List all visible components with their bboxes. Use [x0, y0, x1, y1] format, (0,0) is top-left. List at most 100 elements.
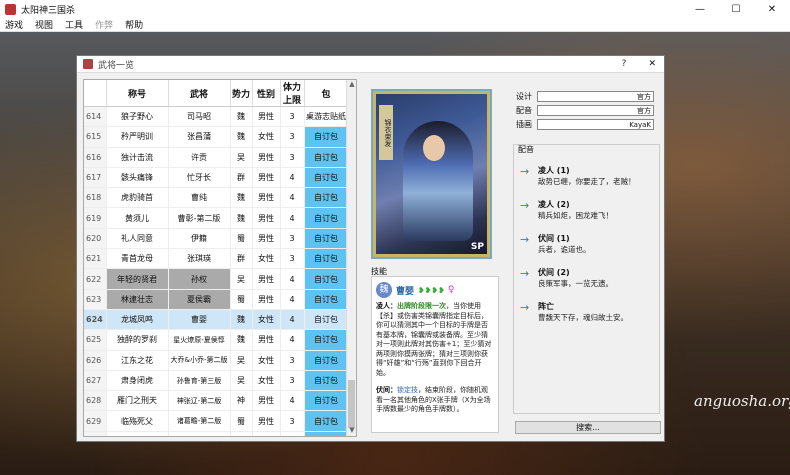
- dialog-title-bar: 武将一览 ? ✕: [77, 56, 664, 73]
- cell-hp: 3: [280, 147, 305, 168]
- skill-2-name: 伏间：: [376, 386, 397, 394]
- voice-line-skill: 凌人 (1): [538, 166, 570, 175]
- table-row[interactable]: 622 年轻的贤君 孙权吴男性 4 自订包: [84, 268, 349, 290]
- cell-name: 许贡: [168, 147, 231, 168]
- table-row[interactable]: 624 龙城凤鸣 曹婴魏女性 4 自订包: [84, 309, 349, 331]
- cell-title: 狼子野心: [106, 106, 169, 128]
- cell-num: 630: [84, 431, 107, 436]
- table-row[interactable]: 617 骸头痛锋 忙牙长群男性 4 自订包: [84, 167, 349, 189]
- maximize-button[interactable]: ☐: [718, 4, 754, 15]
- table-row[interactable]: 618 虎豹骑首 曹纯魏男性 4 自订包: [84, 187, 349, 209]
- cell-gender: 男性: [252, 410, 281, 432]
- card-border: [373, 91, 490, 257]
- play-arrow-icon[interactable]: →: [520, 301, 529, 314]
- cell-pkg: 自订包: [304, 390, 349, 412]
- menu-tools[interactable]: 工具: [65, 18, 83, 31]
- cell-kingdom: 魏: [230, 309, 253, 331]
- general-table[interactable]: 称号 武将 势力 性别 体力上限 包 614 狼子野心 司马昭魏男性 3 桌游志贴纸 61…: [83, 79, 357, 437]
- header-gender[interactable]: 性别: [252, 80, 281, 107]
- scrollbar-thumb[interactable]: [348, 380, 355, 428]
- cell-title: 龙城凤鸣: [106, 309, 169, 331]
- cell-gender: 女性: [252, 309, 281, 331]
- table-row[interactable]: 615 矜严明训 张昌蒲魏女性 3 自订包: [84, 126, 349, 148]
- header-general[interactable]: 武将: [168, 80, 231, 107]
- cell-kingdom: 魏: [230, 126, 253, 148]
- cell-num: 617: [84, 167, 107, 189]
- site-watermark: anguosha.org: [694, 392, 790, 410]
- table-row[interactable]: 628 雁门之刑天 神张辽-第二版神男性 4 自订包: [84, 390, 349, 412]
- table-row[interactable]: 623 林逮壮志 夏侯霸蜀男性 4 自订包: [84, 289, 349, 310]
- cell-num: 629: [84, 410, 107, 432]
- voice-label: 配音: [516, 105, 532, 115]
- header-hp[interactable]: 体力上限: [280, 80, 305, 107]
- cell-name: 夏侯霸: [168, 289, 231, 310]
- cell-gender: 男性: [252, 390, 281, 412]
- menu-help[interactable]: 帮助: [125, 18, 143, 31]
- cell-hp: 3: [280, 248, 305, 270]
- cell-name: 大乔&小乔-第二版: [168, 350, 231, 371]
- voice-line-text: 精兵如炬，困龙难飞！: [538, 211, 613, 220]
- cell-pkg: 自订包: [304, 228, 349, 250]
- skill-1-name: 凌人：: [376, 302, 397, 310]
- play-arrow-icon[interactable]: →: [520, 233, 529, 246]
- design-label: 设计: [516, 91, 532, 101]
- cell-hp: 3: [280, 350, 305, 371]
- cell-name: 司马昭: [168, 106, 231, 128]
- header-title[interactable]: 称号: [106, 80, 169, 107]
- table-row[interactable]: 619 黄须儿 曹彰-第二版魏男性 4 自订包: [84, 207, 349, 229]
- menu-game[interactable]: 游戏: [5, 18, 23, 31]
- cell-pkg: 自订包: [304, 248, 349, 270]
- cell-num: 624: [84, 309, 107, 331]
- table-row[interactable]: 625 独醉的罗刹 星火燎原-夏侯惇魏男性 4 自订包: [84, 329, 349, 351]
- cell-num: 616: [84, 147, 107, 168]
- search-button[interactable]: 搜索...: [515, 421, 661, 434]
- cell-name: 星火燎原-夏侯惇: [168, 329, 231, 351]
- play-arrow-icon[interactable]: →: [520, 199, 529, 212]
- cell-hp: 4: [280, 167, 305, 189]
- cell-hp: 3: [280, 126, 305, 148]
- table-row[interactable]: 614 狼子野心 司马昭魏男性 3 桌游志贴纸: [84, 106, 349, 128]
- cell-title: 江东之花: [106, 350, 169, 371]
- voice-lines-label: 配音: [518, 145, 534, 154]
- cell-hp: 4: [280, 309, 305, 331]
- cell-title: 黄须儿: [106, 207, 169, 229]
- cell-pkg: 自订包: [304, 309, 349, 331]
- table-scrollbar[interactable]: ▲ ▼: [346, 80, 356, 436]
- dialog-close-button[interactable]: ✕: [648, 59, 656, 69]
- cell-hp: 3: [280, 228, 305, 250]
- table-row[interactable]: 630红莲业火神陆逊-第二版神男性4自订包: [84, 431, 349, 436]
- cell-num: 626: [84, 350, 107, 371]
- cell-title: 虎豹骑首: [106, 187, 169, 209]
- skill-1-key: 出牌阶段限一次: [397, 302, 446, 310]
- close-button[interactable]: ✕: [754, 4, 790, 15]
- header-package[interactable]: 包: [304, 80, 349, 107]
- help-button[interactable]: ?: [622, 59, 627, 69]
- cell-pkg: 自订包: [304, 329, 349, 351]
- scroll-down-arrow-icon[interactable]: ▼: [347, 426, 356, 436]
- play-arrow-icon[interactable]: →: [520, 267, 529, 280]
- cell-num: 627: [84, 370, 107, 392]
- cell-title: 独计击流: [106, 147, 169, 168]
- cell-gender: 女性: [252, 370, 281, 392]
- cell-kingdom: 吴: [230, 350, 253, 371]
- menu-view[interactable]: 视图: [35, 18, 53, 31]
- table-row[interactable]: 626 江东之花 大乔&小乔-第二版吴女性 3 自订包: [84, 350, 349, 371]
- cell-pkg: 自订包: [304, 370, 349, 392]
- play-arrow-icon[interactable]: →: [520, 165, 529, 178]
- illustrator-value: KayaK: [537, 118, 654, 130]
- cell-gender: 女性: [252, 350, 281, 371]
- voice-lines-group: 配音 → 凌人 (1) 敌势已缠，你要走了，老贼！ → 凌人 (2) 精兵如炬，困龙难飞…: [513, 144, 660, 414]
- cell-kingdom: 蜀: [230, 289, 253, 310]
- table-row[interactable]: 616 独计击流 许贡吴男性 3 自订包: [84, 147, 349, 168]
- header-kingdom[interactable]: 势力: [230, 80, 253, 107]
- table-row[interactable]: 621 青首龙母 张琪瑛群女性 3 自订包: [84, 248, 349, 270]
- table-row[interactable]: 627 肃身闭虎 孙鲁育-第三版吴女性 3 自订包: [84, 370, 349, 392]
- cell-kingdom: 蜀: [230, 228, 253, 250]
- cell-kingdom: 吴: [230, 370, 253, 392]
- cell-pkg: 自订包: [304, 431, 349, 436]
- table-row[interactable]: 620 礼人同意 伊籍蜀男性 3 自订包: [84, 228, 349, 250]
- minimize-button[interactable]: —: [682, 4, 718, 15]
- window-title: 太阳神三国杀: [21, 5, 76, 16]
- table-row[interactable]: 629 临殇死父 诸葛瞻-第二版蜀男性 3 自订包: [84, 410, 349, 432]
- scroll-up-arrow-icon[interactable]: ▲: [347, 80, 356, 90]
